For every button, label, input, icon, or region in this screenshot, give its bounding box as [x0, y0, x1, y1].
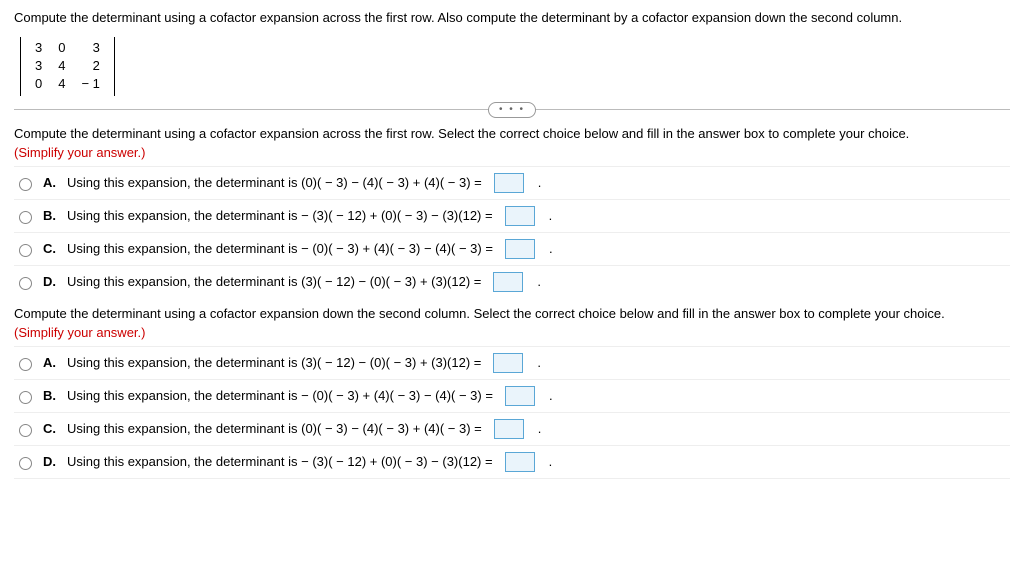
choice-letter: C.	[43, 421, 59, 436]
simplify-note: (Simplify your answer.)	[14, 325, 1010, 340]
radio-a[interactable]	[19, 358, 32, 371]
more-icon[interactable]: • • •	[488, 102, 536, 118]
part1-choice-a[interactable]: A. Using this expansion, the determinant…	[14, 166, 1010, 199]
choice-letter: B.	[43, 208, 59, 223]
answer-input[interactable]	[505, 452, 535, 472]
radio-d[interactable]	[19, 277, 32, 290]
answer-input[interactable]	[493, 272, 523, 292]
choice-letter: B.	[43, 388, 59, 403]
answer-input[interactable]	[494, 173, 524, 193]
answer-input[interactable]	[505, 206, 535, 226]
part2-prompt: Compute the determinant using a cofactor…	[14, 306, 1010, 321]
part1-choice-b[interactable]: B. Using this expansion, the determinant…	[14, 199, 1010, 232]
choice-text: Using this expansion, the determinant is…	[67, 208, 493, 223]
answer-input[interactable]	[493, 353, 523, 373]
question-header: Compute the determinant using a cofactor…	[14, 10, 1010, 25]
part2-choice-d[interactable]: D. Using this expansion, the determinant…	[14, 445, 1010, 479]
radio-d[interactable]	[19, 457, 32, 470]
choice-letter: C.	[43, 241, 59, 256]
choice-letter: A.	[43, 355, 59, 370]
part1-prompt: Compute the determinant using a cofactor…	[14, 126, 1010, 141]
choice-text: Using this expansion, the determinant is…	[67, 274, 481, 289]
answer-input[interactable]	[505, 386, 535, 406]
choice-text: Using this expansion, the determinant is…	[67, 388, 493, 403]
choice-text: Using this expansion, the determinant is…	[67, 241, 493, 256]
radio-b[interactable]	[19, 211, 32, 224]
part2-choice-c[interactable]: C. Using this expansion, the determinant…	[14, 412, 1010, 445]
answer-input[interactable]	[505, 239, 535, 259]
choice-text: Using this expansion, the determinant is…	[67, 355, 481, 370]
choice-text: Using this expansion, the determinant is…	[67, 454, 493, 469]
radio-b[interactable]	[19, 391, 32, 404]
part1-choice-d[interactable]: D. Using this expansion, the determinant…	[14, 265, 1010, 298]
choice-text: Using this expansion, the determinant is…	[67, 421, 482, 436]
radio-c[interactable]	[19, 424, 32, 437]
matrix-display: 303 342 04− 1	[20, 37, 115, 96]
radio-c[interactable]	[19, 244, 32, 257]
choice-text: Using this expansion, the determinant is…	[67, 175, 482, 190]
answer-input[interactable]	[494, 419, 524, 439]
part2-choice-b[interactable]: B. Using this expansion, the determinant…	[14, 379, 1010, 412]
part2-choice-a[interactable]: A. Using this expansion, the determinant…	[14, 346, 1010, 379]
simplify-note: (Simplify your answer.)	[14, 145, 1010, 160]
choice-letter: D.	[43, 274, 59, 289]
radio-a[interactable]	[19, 178, 32, 191]
choice-letter: D.	[43, 454, 59, 469]
choice-letter: A.	[43, 175, 59, 190]
part1-choice-c[interactable]: C. Using this expansion, the determinant…	[14, 232, 1010, 265]
